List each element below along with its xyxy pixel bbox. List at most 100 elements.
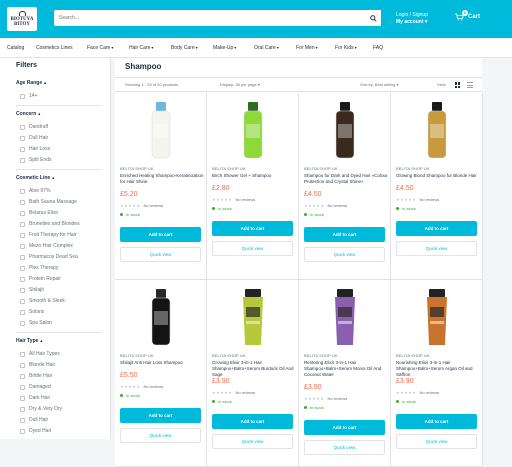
filter-option[interactable]: Bath Sauna Massage [20,199,77,205]
filter-option[interactable]: Brittle Hair [20,373,52,379]
nav-item-face-care[interactable]: Face Care▾ [87,38,113,58]
checkbox[interactable] [20,428,25,434]
add-to-cart-button[interactable]: Add to cart [396,414,477,429]
filter-option[interactable]: Dull Hair [20,417,48,423]
checkbox[interactable] [20,146,25,152]
quick-view-button[interactable]: Quick view [120,247,201,262]
checkbox[interactable] [20,298,25,304]
checkbox[interactable] [20,309,25,315]
checkbox[interactable] [20,406,25,412]
filter-option[interactable]: Dry & Very Dry [20,406,62,412]
product-card[interactable]: BELITA SHOP UK Birch Shower Gel + Shampo… [207,93,299,280]
lime-tube-image[interactable] [229,287,277,347]
checkbox[interactable] [20,395,25,401]
add-to-cart-button[interactable]: Add to cart [120,408,201,423]
product-card[interactable]: BELITA SHOP UK Shampoo for Dark and Dyed… [299,93,391,280]
filter-option[interactable]: Split Ends [20,157,52,163]
filter-option[interactable]: Dull Hair [20,135,48,141]
checkbox[interactable] [20,210,25,216]
green-bottle-image[interactable] [229,100,277,160]
quick-view-button[interactable]: Quick view [212,241,293,256]
nav-item-catalog[interactable]: Catalog [7,38,24,58]
my-account-link[interactable]: My account ▾ [396,19,428,26]
add-to-cart-button[interactable]: Add to cart [212,221,293,236]
filter-option[interactable]: All Hair Types [20,351,60,357]
checkbox[interactable] [20,135,25,141]
purple-tube-image[interactable] [321,287,369,347]
filter-age-range-header[interactable]: Age Range ▴ [16,80,46,86]
checkbox[interactable] [20,93,25,99]
dark-bottle-image[interactable] [321,100,369,160]
add-to-cart-button[interactable]: Add to cart [304,420,385,435]
checkbox[interactable] [20,373,25,379]
grid-view-icon[interactable] [455,82,461,88]
quick-view-button[interactable]: Quick view [304,440,385,455]
filter-option[interactable]: Dyed Hair [20,428,51,434]
nav-item-hair-care[interactable]: Hair Care▾ [129,38,153,58]
add-to-cart-button[interactable]: Add to cart [212,414,293,429]
nav-item-body-care[interactable]: Body Care▾ [171,38,198,58]
checkbox[interactable] [20,188,25,194]
quick-view-button[interactable]: Quick view [120,428,201,443]
filter-option[interactable]: Dandruff [20,124,48,130]
list-view-icon[interactable] [467,82,473,88]
quick-view-button[interactable]: Quick view [396,241,477,256]
product-name[interactable]: Enriched Healing Shampoo-Keratinization … [120,173,204,185]
checkbox[interactable] [20,124,25,130]
filter-concern-header[interactable]: Concern ▴ [16,111,40,117]
nav-item-faq[interactable]: FAQ [373,38,383,58]
login-signup-link[interactable]: Login / Signup [396,12,428,19]
checkbox[interactable] [20,287,25,293]
nav-item-cosmetics-lines[interactable]: Cosmetics Lines [36,38,73,58]
filter-option[interactable]: Hair Loss [20,146,50,152]
checkbox[interactable] [20,417,25,423]
product-name[interactable]: Nourishing Elixir 3-in-1 Hair Shampoo+Ba… [396,360,480,378]
quick-view-button[interactable]: Quick view [396,434,477,449]
checkbox[interactable] [20,199,25,205]
filter-option[interactable]: Fruit Therapy for Hair [20,232,76,238]
black-bottle-image[interactable] [137,287,185,347]
checkbox[interactable] [20,243,25,249]
product-name[interactable]: Glowing Blond Shampoo for Blonde Hair [396,173,480,179]
filter-option[interactable]: Aloe 97% [20,188,50,194]
checkbox[interactable] [20,384,25,390]
filter-hair-type-header[interactable]: Hair Type ▴ [16,338,42,344]
product-name[interactable]: Shilajit Anti Hair Loss Shampoo [120,360,204,366]
product-card[interactable]: BELITA SHOP UK Glowing Blond Shampoo for… [391,93,483,280]
quick-view-button[interactable]: Quick view [304,247,385,262]
account-menu[interactable]: Login / Signup My account ▾ [396,12,428,26]
filter-option[interactable]: Protein Repair [20,276,61,282]
checkbox[interactable] [20,254,25,260]
filter-option[interactable]: Solaris [20,309,44,315]
filter-option[interactable]: Blonde Hair [20,362,55,368]
gold-bottle-image[interactable] [413,100,461,160]
filter-option[interactable]: Shilajit [20,287,44,293]
filter-option[interactable]: Dark Hair [20,395,50,401]
product-name[interactable]: Shampoo for Dark and Dyed Hair «Colour P… [304,173,388,185]
add-to-cart-button[interactable]: Add to cart [120,227,201,242]
add-to-cart-button[interactable]: Add to cart [396,221,477,236]
product-card[interactable]: BELITA SHOP UK Enriched Healing Shampoo-… [115,93,207,280]
logo[interactable]: BIOTUYA BITOY [7,7,37,31]
product-name[interactable]: Birch Shower Gel + Shampoo [212,173,296,179]
add-to-cart-button[interactable]: Add to cart [304,227,385,242]
filter-cosmetic-line-header[interactable]: Cosmetic Line ▴ [16,175,54,181]
filter-option[interactable]: Pharmacos Dead Sea [20,254,78,260]
sort-by-select[interactable]: Sort by: Best selling ▾ [360,82,399,87]
search-input[interactable] [54,10,366,26]
filter-option[interactable]: Damaged [20,384,51,390]
filter-option[interactable]: Mezo Hair Complex [20,243,73,249]
nav-item-for-kids[interactable]: For Kids▾ [335,38,357,58]
nav-item-for-men[interactable]: For Men▾ [296,38,318,58]
white-bottle-image[interactable] [137,100,185,160]
checkbox[interactable] [20,320,25,326]
quick-view-button[interactable]: Quick view [212,434,293,449]
checkbox[interactable] [20,157,25,163]
search-button[interactable] [366,10,381,26]
display-per-page-select[interactable]: Display: 36 per page ▾ [220,82,260,87]
checkbox[interactable] [20,362,25,368]
checkbox[interactable] [20,265,25,271]
nav-item-oral-care[interactable]: Oral Care▾ [254,38,279,58]
filter-option[interactable]: Plex Therapy [20,265,58,271]
product-name[interactable]: Growing Elixir 3-in-1 Hair Shampoo+Balm+… [212,360,296,378]
